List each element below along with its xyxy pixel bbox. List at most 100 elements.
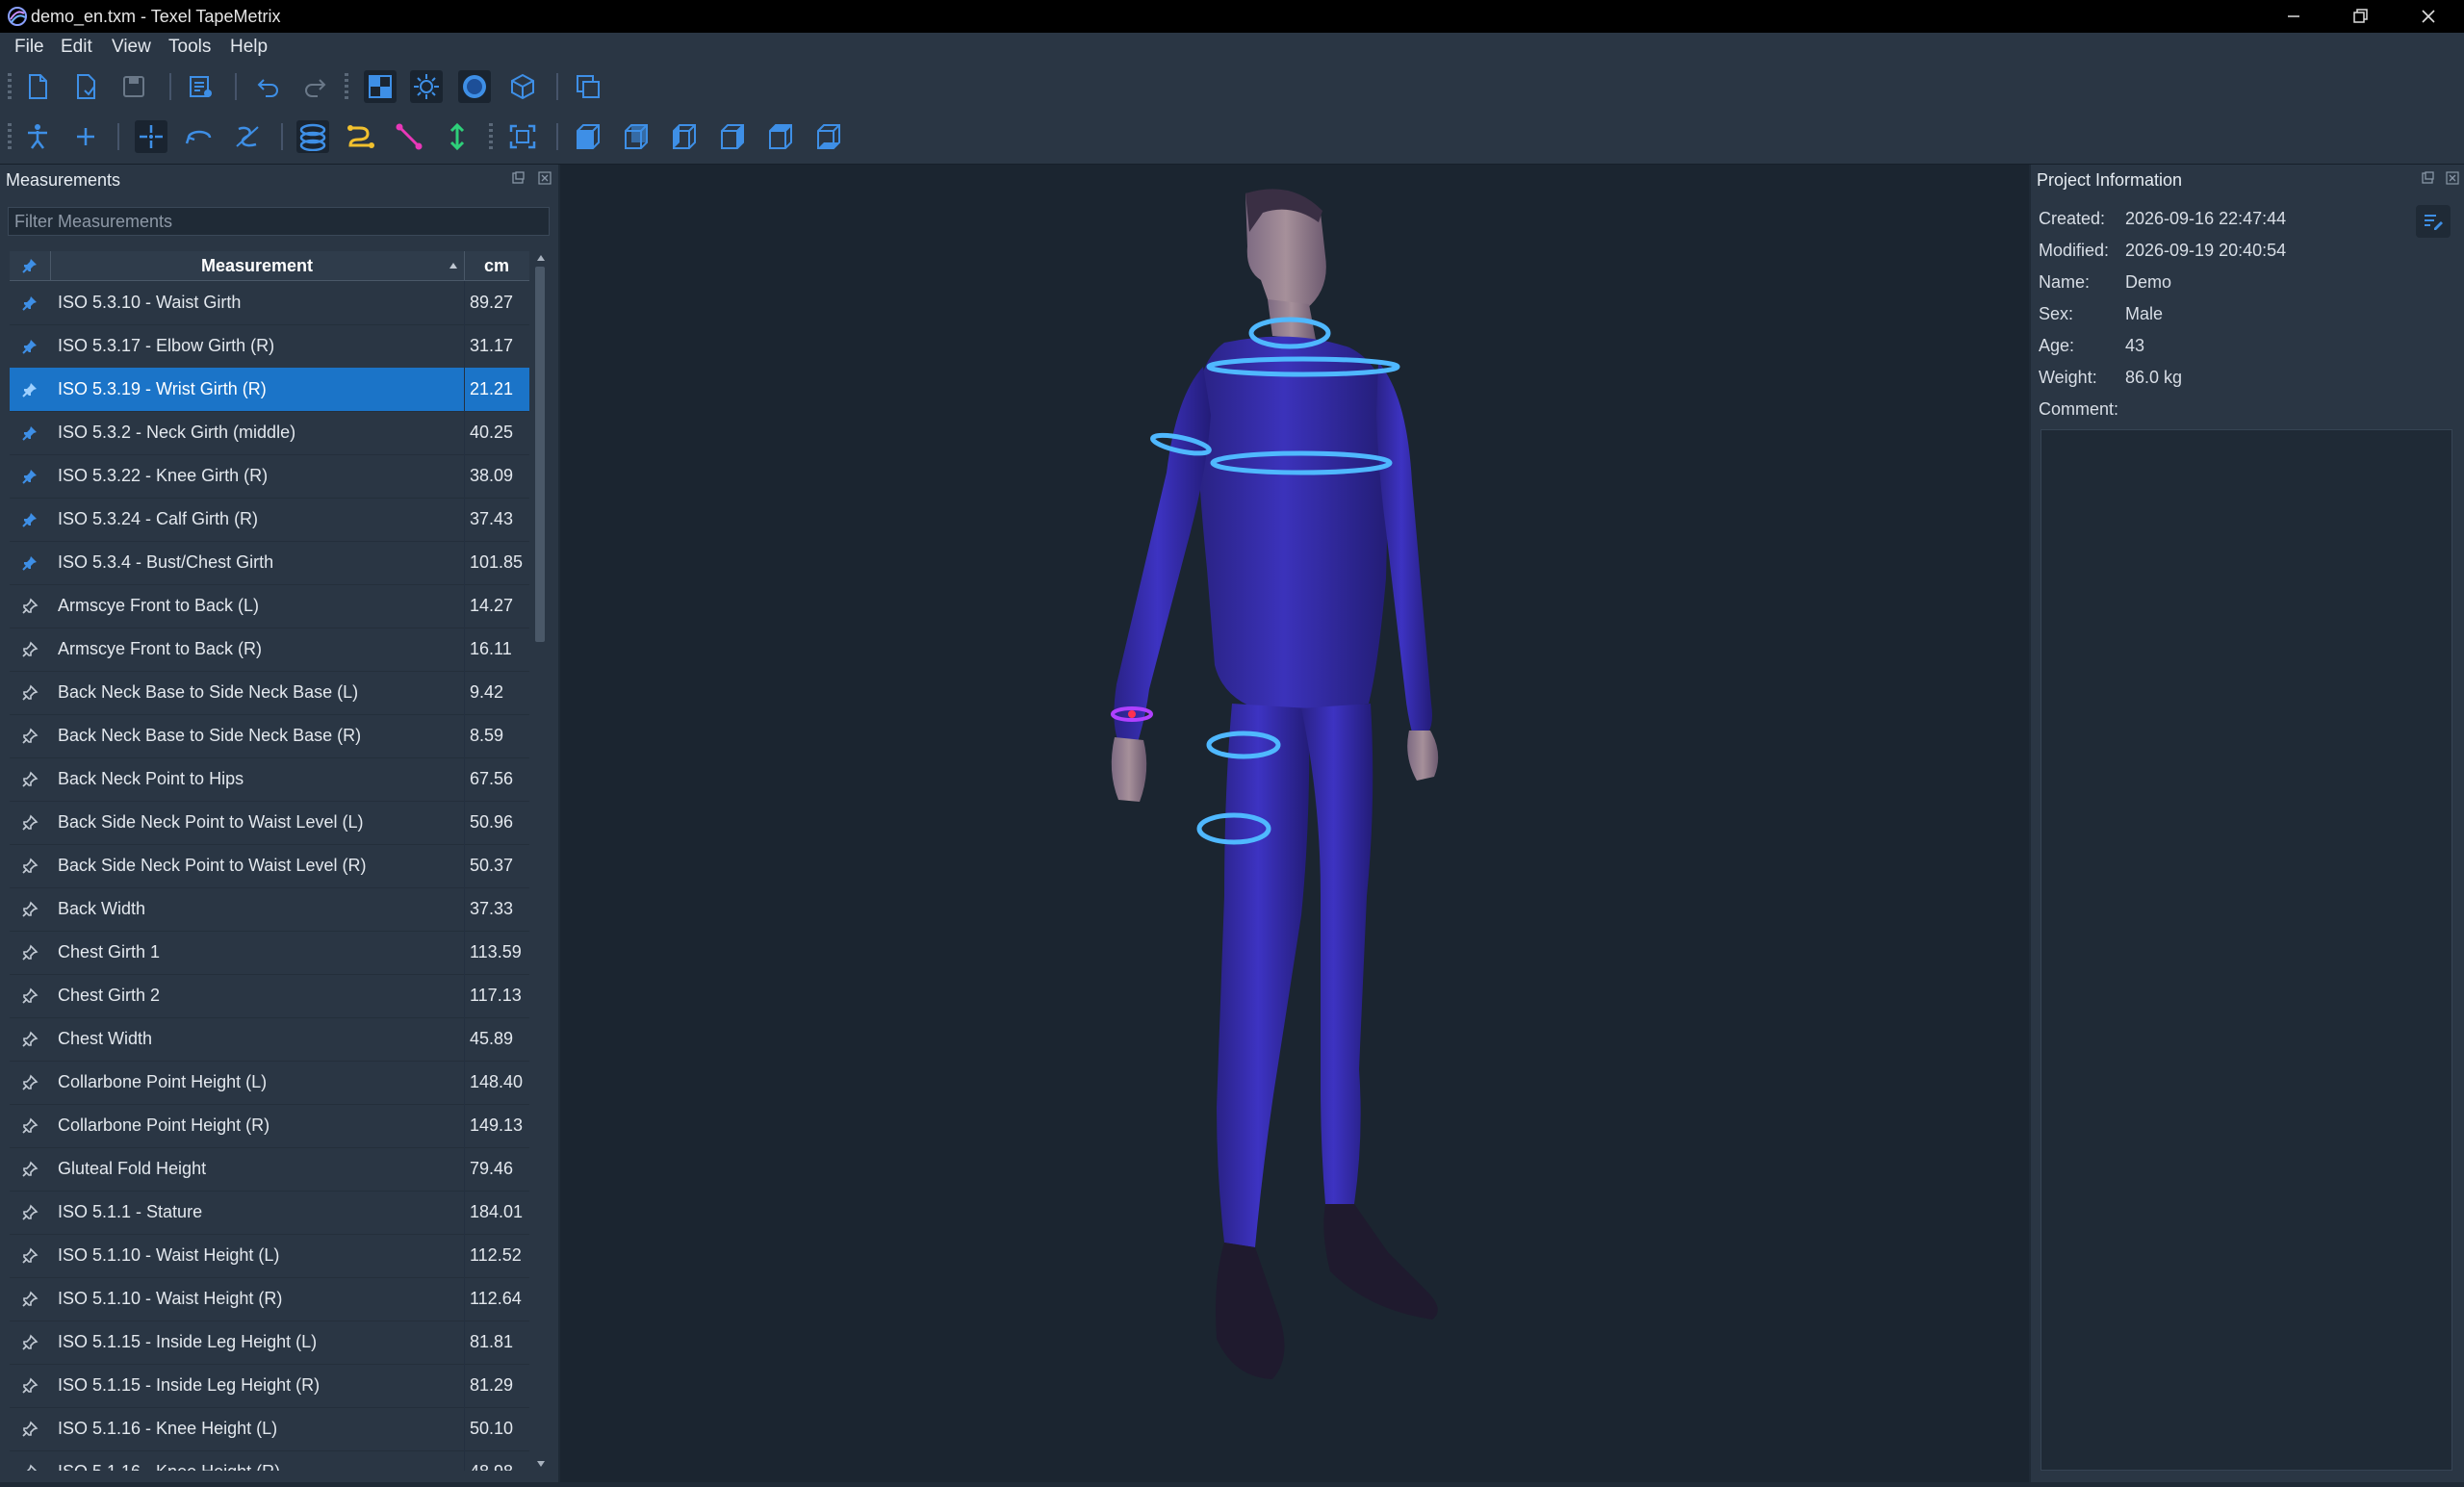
edit-project-info-button[interactable] xyxy=(2416,205,2451,238)
comment-textarea[interactable] xyxy=(2040,429,2452,1471)
measurements-scrollbar[interactable] xyxy=(533,251,549,1471)
report-button[interactable] xyxy=(185,70,218,103)
pin-toggle[interactable] xyxy=(10,844,50,887)
table-row[interactable]: Back Width 37.33 xyxy=(10,887,529,932)
age-value[interactable]: 43 xyxy=(2125,336,2144,356)
table-row[interactable]: ISO 5.3.19 - Wrist Girth (R) 21.21 xyxy=(10,368,529,412)
shading-toggle[interactable] xyxy=(458,70,491,103)
pin-toggle[interactable] xyxy=(10,1234,50,1277)
pin-toggle[interactable] xyxy=(10,801,50,844)
pin-toggle[interactable] xyxy=(10,1277,50,1320)
scrollbar-thumb[interactable] xyxy=(535,267,545,642)
table-row[interactable]: Back Neck Point to Hips 67.56 xyxy=(10,757,529,802)
close-window-button[interactable] xyxy=(2395,0,2462,33)
pin-toggle[interactable] xyxy=(10,541,50,584)
sex-value[interactable]: Male xyxy=(2125,304,2163,324)
girth-tool[interactable] xyxy=(183,120,216,153)
pin-column-header[interactable] xyxy=(10,251,51,280)
table-row[interactable]: Chest Girth 2 117.13 xyxy=(10,974,529,1018)
landmark-tool[interactable] xyxy=(135,120,167,153)
view-right-button[interactable] xyxy=(716,120,749,153)
pin-toggle[interactable] xyxy=(10,1017,50,1061)
minimize-button[interactable] xyxy=(2260,0,2327,33)
weight-value[interactable]: 86.0 kg xyxy=(2125,368,2182,388)
table-row[interactable]: ISO 5.1.1 - Stature 184.01 xyxy=(10,1191,529,1235)
contour-tool[interactable] xyxy=(231,120,264,153)
table-row[interactable]: Armscye Front to Back (L) 14.27 xyxy=(10,584,529,628)
table-row[interactable]: Collarbone Point Height (R) 149.13 xyxy=(10,1104,529,1148)
menu-view[interactable]: View xyxy=(112,37,151,58)
pin-toggle[interactable] xyxy=(10,757,50,801)
multi-window-button[interactable] xyxy=(572,70,604,103)
view-left-button[interactable] xyxy=(668,120,701,153)
restore-button[interactable] xyxy=(2327,0,2395,33)
table-row[interactable]: ISO 5.1.16 - Knee Height (R) 48.98 xyxy=(10,1450,529,1471)
undo-button[interactable] xyxy=(252,70,285,103)
pin-toggle[interactable] xyxy=(10,281,50,324)
filter-measurements-input[interactable] xyxy=(8,207,550,236)
fit-view-button[interactable] xyxy=(506,120,539,153)
pin-toggle[interactable] xyxy=(10,368,50,411)
pin-toggle[interactable] xyxy=(10,671,50,714)
distance-tool[interactable] xyxy=(393,120,425,153)
body-pose-button[interactable] xyxy=(21,120,54,153)
toolbar-grip[interactable] xyxy=(8,123,12,150)
mesh-toggle[interactable] xyxy=(506,70,539,103)
open-file-button[interactable] xyxy=(69,70,102,103)
table-row[interactable]: ISO 5.1.10 - Waist Height (R) 112.64 xyxy=(10,1277,529,1321)
view-front-button[interactable] xyxy=(572,120,604,153)
name-value[interactable]: Demo xyxy=(2125,272,2171,293)
height-tool[interactable] xyxy=(441,120,474,153)
table-row[interactable]: ISO 5.1.15 - Inside Leg Height (L) 81.81 xyxy=(10,1320,529,1365)
add-button[interactable] xyxy=(69,120,102,153)
table-row[interactable]: Chest Width 45.89 xyxy=(10,1017,529,1062)
table-row[interactable]: Armscye Front to Back (R) 16.11 xyxy=(10,628,529,672)
table-row[interactable]: Back Neck Base to Side Neck Base (L) 9.42 xyxy=(10,671,529,715)
float-panel-icon[interactable] xyxy=(510,170,526,186)
table-row[interactable]: ISO 5.3.24 - Calf Girth (R) 37.43 xyxy=(10,498,529,542)
table-row[interactable]: Back Side Neck Point to Waist Level (R) 5… xyxy=(10,844,529,888)
close-panel-icon[interactable] xyxy=(2445,170,2460,186)
table-row[interactable]: ISO 5.3.10 - Waist Girth 89.27 xyxy=(10,281,529,325)
view-top-button[interactable] xyxy=(764,120,797,153)
table-row[interactable]: ISO 5.1.15 - Inside Leg Height (R) 81.29 xyxy=(10,1364,529,1408)
path-tool[interactable] xyxy=(345,120,377,153)
table-row[interactable]: Back Neck Base to Side Neck Base (R) 8.59 xyxy=(10,714,529,758)
pin-toggle[interactable] xyxy=(10,454,50,498)
table-row[interactable]: Chest Girth 1 113.59 xyxy=(10,931,529,975)
menu-file[interactable]: File xyxy=(14,37,44,58)
pin-toggle[interactable] xyxy=(10,628,50,671)
close-panel-icon[interactable] xyxy=(537,170,552,186)
table-row[interactable]: ISO 5.1.16 - Knee Height (L) 50.10 xyxy=(10,1407,529,1451)
table-row[interactable]: ISO 5.3.22 - Knee Girth (R) 38.09 xyxy=(10,454,529,499)
unit-column-header[interactable]: cm xyxy=(464,251,529,280)
pin-toggle[interactable] xyxy=(10,411,50,454)
pin-toggle[interactable] xyxy=(10,1364,50,1407)
view-bottom-button[interactable] xyxy=(812,120,845,153)
texture-toggle[interactable] xyxy=(364,70,397,103)
3d-viewport[interactable] xyxy=(560,165,2029,1482)
tape-tool[interactable] xyxy=(296,120,329,153)
menu-help[interactable]: Help xyxy=(230,37,268,58)
table-row[interactable]: Collarbone Point Height (L) 148.40 xyxy=(10,1061,529,1105)
pin-toggle[interactable] xyxy=(10,1061,50,1104)
table-row[interactable]: Back Side Neck Point to Waist Level (L) 5… xyxy=(10,801,529,845)
pin-toggle[interactable] xyxy=(10,498,50,541)
pin-toggle[interactable] xyxy=(10,1407,50,1450)
scroll-down-icon[interactable] xyxy=(536,1460,546,1468)
table-row[interactable]: ISO 5.3.17 - Elbow Girth (R) 31.17 xyxy=(10,324,529,369)
body-scan-model[interactable] xyxy=(560,165,2029,1482)
pin-toggle[interactable] xyxy=(10,1320,50,1364)
view-back-button[interactable] xyxy=(620,120,653,153)
pin-toggle[interactable] xyxy=(10,1450,50,1471)
redo-button[interactable] xyxy=(298,70,331,103)
pin-toggle[interactable] xyxy=(10,974,50,1017)
table-row[interactable]: ISO 5.3.4 - Bust/Chest Girth 101.85 xyxy=(10,541,529,585)
pin-toggle[interactable] xyxy=(10,931,50,974)
float-panel-icon[interactable] xyxy=(2420,170,2435,186)
pin-toggle[interactable] xyxy=(10,1147,50,1191)
save-button[interactable] xyxy=(117,70,150,103)
table-row[interactable]: ISO 5.1.10 - Waist Height (L) 112.52 xyxy=(10,1234,529,1278)
menu-edit[interactable]: Edit xyxy=(61,37,92,58)
pin-toggle[interactable] xyxy=(10,714,50,757)
